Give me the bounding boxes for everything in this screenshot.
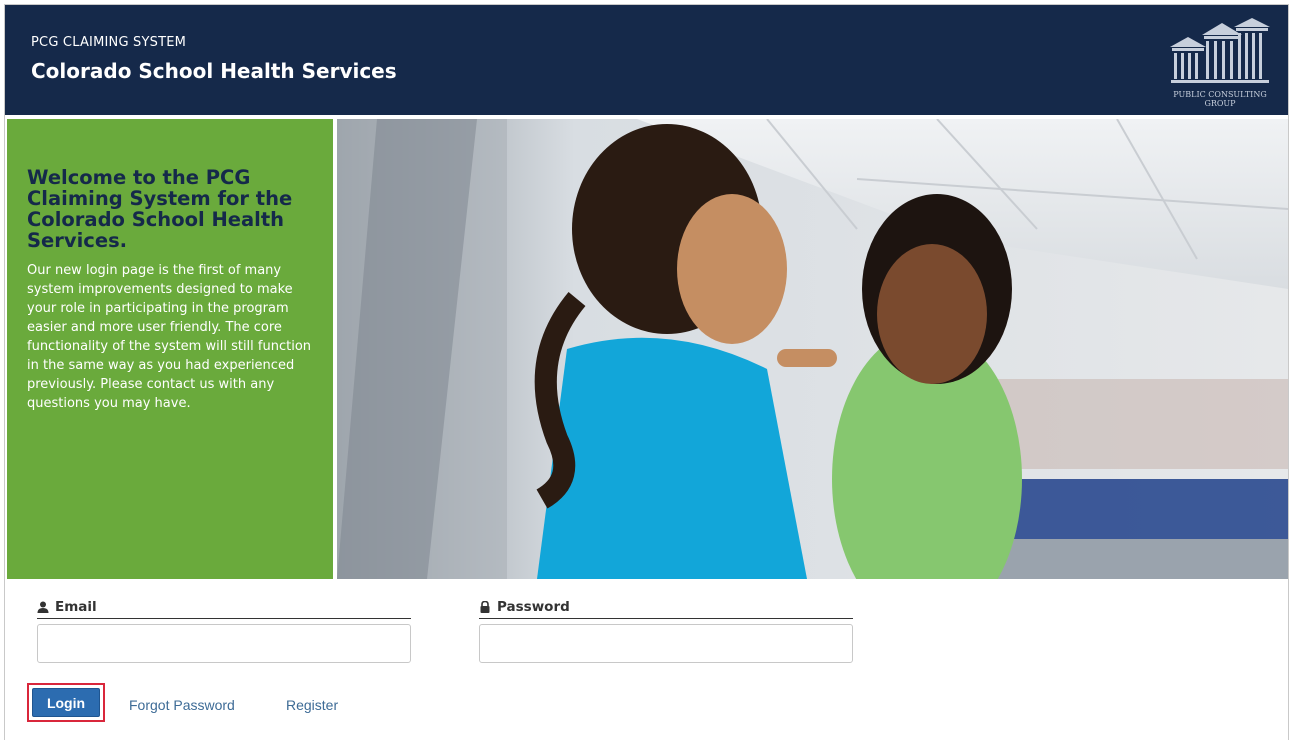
password-label-text: Password: [497, 599, 570, 615]
hero-photo-illustration: [337, 119, 1288, 579]
logo-text-line1: PUBLIC CONSULTING: [1173, 90, 1267, 99]
password-field-group: Password: [479, 599, 853, 663]
register-link[interactable]: Register: [286, 697, 338, 713]
email-field-group: Email: [37, 599, 411, 663]
lock-icon: [480, 601, 490, 613]
password-label: Password: [479, 599, 853, 619]
system-subtitle: PCG CLAIMING SYSTEM: [31, 35, 187, 50]
login-highlight: Login: [27, 683, 105, 722]
page-title: Colorado School Health Services: [31, 59, 397, 83]
user-icon: [37, 601, 49, 613]
hero-image: [337, 119, 1288, 579]
email-label: Email: [37, 599, 411, 619]
login-form: Email Password Login Forgot Password Reg…: [5, 579, 1288, 740]
email-input[interactable]: [37, 624, 411, 663]
site-header: PCG CLAIMING SYSTEM Colorado School Heal…: [5, 5, 1288, 115]
logo-text: PUBLIC CONSULTING GROUP: [1168, 90, 1272, 108]
welcome-body: Our new login page is the first of many …: [27, 263, 312, 411]
pcg-logo: PUBLIC CONSULTING GROUP: [1168, 17, 1272, 111]
welcome-panel: Welcome to the PCG Claiming System for t…: [7, 119, 333, 579]
forgot-password-link[interactable]: Forgot Password: [129, 697, 235, 713]
logo-text-line2: GROUP: [1204, 99, 1236, 108]
welcome-heading: Welcome to the PCG Claiming System for t…: [27, 166, 293, 252]
page-frame: PCG CLAIMING SYSTEM Colorado School Heal…: [4, 4, 1289, 740]
email-label-text: Email: [55, 599, 97, 615]
columns-logo-icon: [1170, 18, 1270, 83]
login-button[interactable]: Login: [32, 688, 100, 717]
password-input[interactable]: [479, 624, 853, 663]
